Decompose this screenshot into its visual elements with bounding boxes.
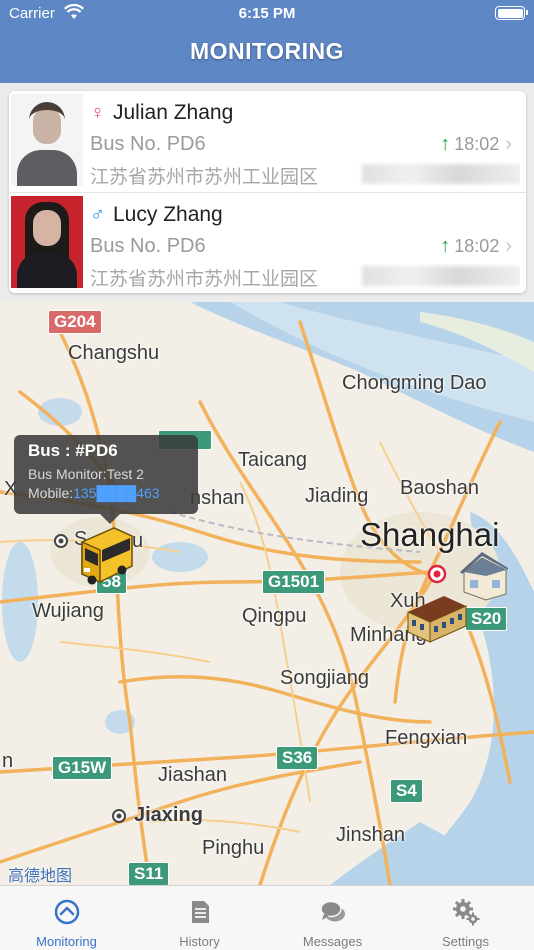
app-header: Carrier 6:15 PM MONITORING xyxy=(0,0,534,83)
map-label-jiading: Jiading xyxy=(305,485,369,507)
tab-messages[interactable]: Messages xyxy=(266,886,399,950)
up-arrow-icon: ↑ xyxy=(440,235,451,257)
popup-title: Bus : #PD6 xyxy=(28,441,118,460)
map-label-baoshan: Baoshan xyxy=(400,477,479,499)
tab-bar: Monitoring History Messages Settings xyxy=(0,885,534,950)
male-icon: ♂ xyxy=(90,204,105,226)
female-icon: ♀ xyxy=(90,102,105,124)
student-list: ♀ Julian Zhang Bus No. PD6 ↑ 18:02 › 江苏省苏… xyxy=(9,91,526,293)
map-label-taicang: Taicang xyxy=(238,449,307,471)
student-row-julian[interactable]: ♀ Julian Zhang Bus No. PD6 ↑ 18:02 › 江苏省苏… xyxy=(9,91,526,192)
page-title: MONITORING xyxy=(189,38,345,64)
map-label-songjiang: Songjiang xyxy=(280,667,369,689)
map-label-jinshan: Jinshan xyxy=(336,824,405,846)
tab-settings[interactable]: Settings xyxy=(399,886,532,950)
tab-label: History xyxy=(179,934,220,949)
tab-monitoring[interactable]: Monitoring xyxy=(0,886,133,950)
road-shield-s4: S4 xyxy=(390,779,423,803)
map-attribution: 高德地图 xyxy=(8,868,73,885)
map-label-qingpu: Qingpu xyxy=(242,605,307,627)
map-label-fengxian: Fengxian xyxy=(385,727,468,749)
chat-bubbles-icon xyxy=(319,900,345,922)
map-label-jiaxing: Jiaxing xyxy=(134,804,203,826)
student-name-line: ♂ Lucy Zhang xyxy=(90,203,223,227)
address-line: 江苏省苏州市苏州工业园区 xyxy=(90,264,520,288)
map-label-pinghu: Pinghu xyxy=(202,837,265,859)
school-icon[interactable] xyxy=(404,590,470,644)
student-row-lucy[interactable]: ♂ Lucy Zhang Bus No. PD6 ↑ 18:02 › 江苏省苏州市… xyxy=(9,192,526,293)
road-shield-s11: S11 xyxy=(128,862,170,885)
student-name-line: ♀ Julian Zhang xyxy=(90,101,233,125)
document-icon xyxy=(191,901,209,923)
chevron-right-icon: › xyxy=(505,133,512,155)
map-label-n-edge: n xyxy=(2,750,14,772)
address-line: 江苏省苏州市苏州工业园区 xyxy=(90,162,520,186)
status-bar: Carrier 6:15 PM xyxy=(0,0,534,28)
map-label-chongming: Chongming Dao xyxy=(342,372,487,394)
shanghai-marker-icon xyxy=(427,564,447,584)
popup-mobile-label: Mobile: xyxy=(28,485,74,501)
student-name: Julian Zhang xyxy=(113,101,234,124)
gears-icon xyxy=(452,899,479,926)
student-photo xyxy=(11,196,83,288)
road-shield-s36: S36 xyxy=(276,746,319,770)
status-time-group: ↑ 18:02 › xyxy=(440,133,512,156)
tab-label: Settings xyxy=(442,934,489,949)
student-name: Lucy Zhang xyxy=(113,203,223,226)
city-marker-icon xyxy=(112,809,126,823)
status-time: 6:15 PM xyxy=(238,5,296,22)
address-text: 江苏省苏州市苏州工业园区 xyxy=(90,269,319,288)
road-shield-g15w: G15W xyxy=(52,756,113,780)
popup-phone-link[interactable]: 135████463 xyxy=(73,485,159,501)
bus-icon[interactable] xyxy=(74,524,136,588)
tab-history[interactable]: History xyxy=(133,886,266,950)
address-redaction xyxy=(362,164,520,184)
road-shield-g204: G204 xyxy=(48,310,102,334)
map-view[interactable]: Changshu Chongming Dao Taicang Jiading B… xyxy=(0,302,534,885)
bus-number: Bus No. PD6 xyxy=(90,133,206,155)
event-time: 18:02 xyxy=(454,134,500,154)
bus-info-popup[interactable]: Bus : #PD6 Bus Monitor:Test 2 Mobile:135… xyxy=(14,435,198,524)
tab-label: Messages xyxy=(302,934,363,949)
bus-number: Bus No. PD6 xyxy=(90,235,206,257)
map-label-changshu: Changshu xyxy=(68,342,160,364)
map-label-wujiang: Wujiang xyxy=(32,600,104,622)
map-label-jiashan: Jiashan xyxy=(158,764,227,786)
event-time: 18:02 xyxy=(454,236,500,256)
chevron-right-icon: › xyxy=(505,235,512,257)
student-photo xyxy=(11,94,83,186)
status-time-group: ↑ 18:02 › xyxy=(440,235,512,258)
city-marker-icon xyxy=(54,534,68,548)
road-shield-g1501: G1501 xyxy=(262,570,326,594)
popup-mobile-line: Mobile:135████463 xyxy=(28,484,184,503)
road-shield-s20: S20 xyxy=(465,607,508,631)
address-redaction xyxy=(362,266,520,286)
address-text: 江苏省苏州市苏州工业园区 xyxy=(90,167,319,186)
up-arrow-icon: ↑ xyxy=(440,133,451,155)
battery-icon xyxy=(495,6,528,20)
tab-label: Monitoring xyxy=(36,934,97,949)
monitoring-icon xyxy=(54,899,79,925)
popup-monitor: Bus Monitor:Test 2 xyxy=(28,466,144,482)
map-label-kunshan: nshan xyxy=(190,487,245,509)
